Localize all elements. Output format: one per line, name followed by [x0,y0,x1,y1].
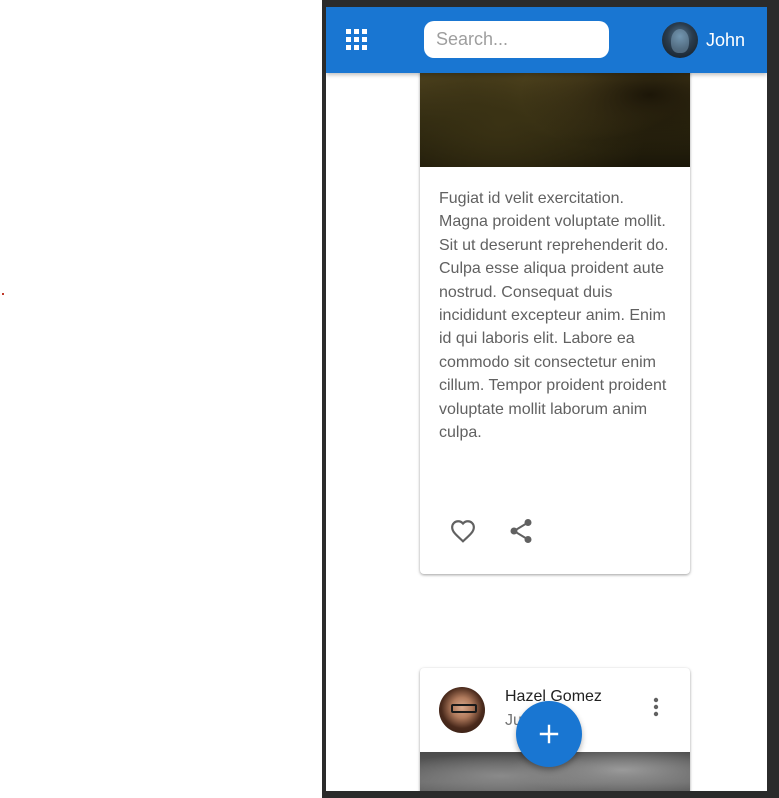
user-name: John [706,29,746,50]
post-card: Fugiat id velit exercitation. Magna proi… [420,7,690,574]
user-avatar [662,22,698,58]
heart-icon[interactable] [449,517,477,545]
post-body: Fugiat id velit exercitation. Magna proi… [439,190,669,442]
search-input[interactable] [424,21,609,58]
app-bar: John [326,7,767,73]
share-icon[interactable] [507,517,535,545]
apps-grid-icon[interactable] [346,29,368,51]
more-vertical-icon[interactable] [644,693,668,721]
add-post-button[interactable] [516,701,582,767]
author-avatar [439,687,485,733]
user-menu[interactable]: John [662,22,745,58]
plus-icon [539,724,559,744]
stray-mark [2,293,4,295]
device-frame: John Fugiat id velit exercitation. Magna… [322,0,779,798]
app-screen: John Fugiat id velit exercitation. Magna… [326,7,767,791]
